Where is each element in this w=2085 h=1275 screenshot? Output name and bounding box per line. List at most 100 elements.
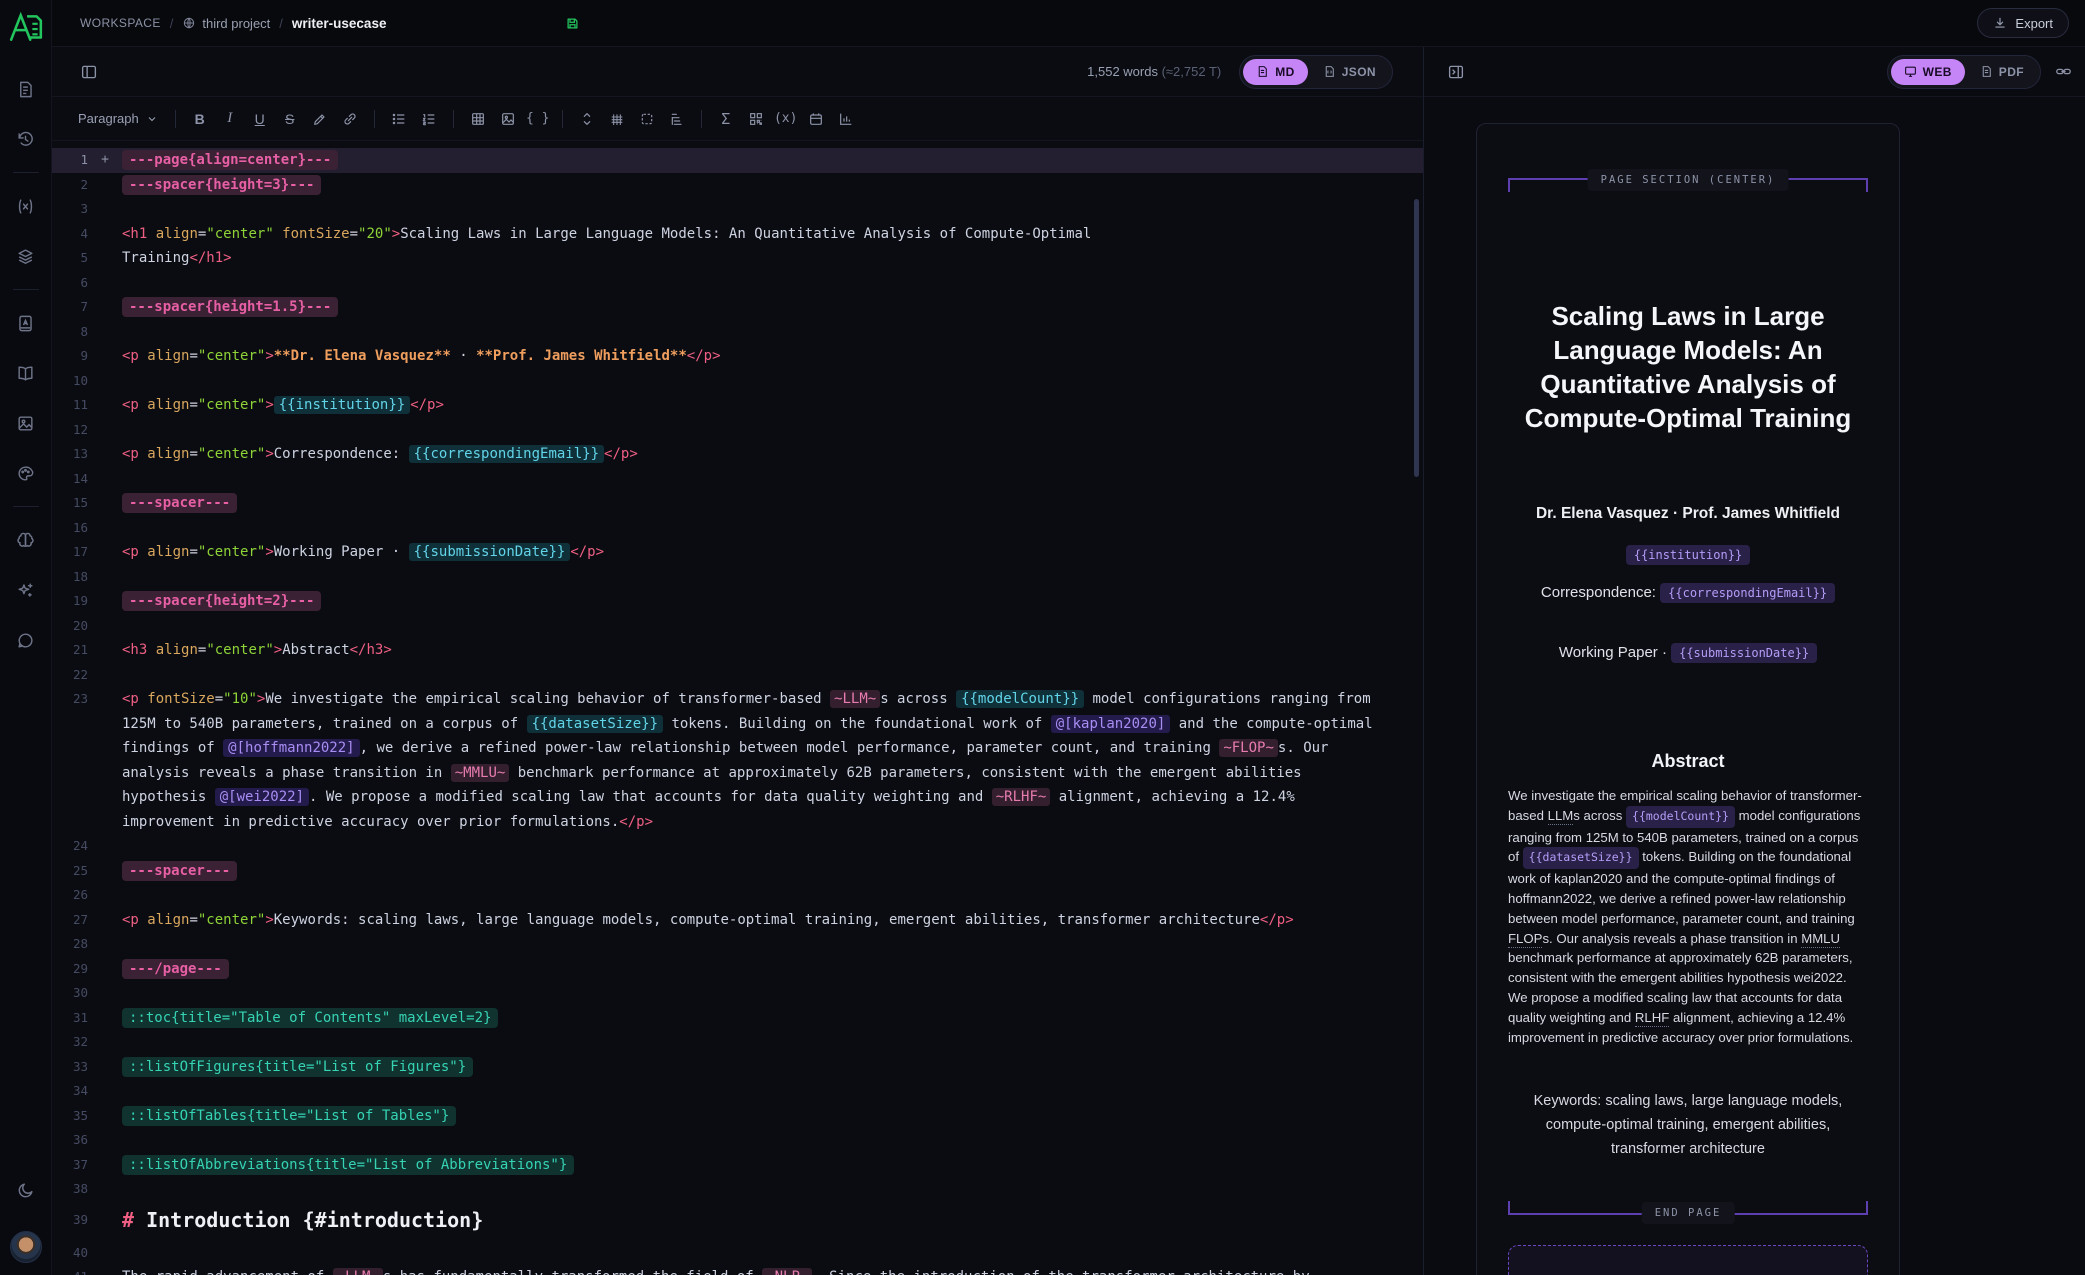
code-line[interactable]: 38 <box>52 1177 1423 1202</box>
code-line[interactable]: 1+---page{align=center}--- <box>52 148 1423 173</box>
line-number: 4 <box>52 222 88 247</box>
code-line[interactable]: 8 <box>52 320 1423 345</box>
code-line[interactable]: 6 <box>52 271 1423 296</box>
ordered-list-button[interactable] <box>414 105 444 133</box>
code-line[interactable]: 36 <box>52 1128 1423 1153</box>
code-line[interactable]: 13<p align="center">Correspondence: {{co… <box>52 442 1423 467</box>
code-line[interactable]: 17<p align="center">Working Paper · {{su… <box>52 540 1423 565</box>
institution-variable-chip[interactable]: {{institution}} <box>1626 545 1750 565</box>
code-line[interactable]: 34 <box>52 1079 1423 1104</box>
sidebar-item-assistant[interactable] <box>8 572 44 608</box>
code-line[interactable]: 33::listOfFigures{title="List of Figures… <box>52 1055 1423 1080</box>
underline-button[interactable]: U <box>245 105 275 133</box>
sidebar-item-theme[interactable] <box>8 455 44 491</box>
breadcrumb-project[interactable]: third project <box>182 16 270 31</box>
code-line[interactable]: 12 <box>52 418 1423 443</box>
export-button[interactable]: Export <box>1977 8 2069 38</box>
line-number: 41 <box>52 1265 88 1275</box>
code-line[interactable]: 9<p align="center">**Dr. Elena Vasquez**… <box>52 344 1423 369</box>
sidebar-item-documents[interactable] <box>8 71 44 107</box>
preview-scroll-area[interactable]: PAGE SECTION (CENTER) Scaling Laws in La… <box>1424 97 2085 1275</box>
spacer-button[interactable] <box>572 105 602 133</box>
code-line[interactable]: 26 <box>52 883 1423 908</box>
code-line[interactable]: 25---spacer--- <box>52 859 1423 884</box>
code-line[interactable]: 4<h1 align="center" fontSize="20">Scalin… <box>52 222 1423 247</box>
toggle-preview-panel[interactable] <box>1447 63 1465 81</box>
insert-image-button[interactable] <box>493 105 523 133</box>
sidebar-item-history[interactable] <box>8 121 44 157</box>
sidebar-item-comments[interactable] <box>8 622 44 658</box>
code-line[interactable]: 2---spacer{height=3}--- <box>52 173 1423 198</box>
sidebar-item-ai[interactable] <box>8 522 44 558</box>
math-button[interactable]: Σ <box>711 105 741 133</box>
bullet-list-button[interactable] <box>384 105 414 133</box>
bold-button[interactable]: B <box>185 105 215 133</box>
moon-icon <box>16 1181 35 1200</box>
abstract-text: We investigate the empirical scaling beh… <box>1508 786 1868 1047</box>
table-button[interactable] <box>463 105 493 133</box>
tab-pdf[interactable]: PDF <box>1967 59 2037 85</box>
code-line[interactable]: 15---spacer--- <box>52 491 1423 516</box>
sidebar-item-bibliography[interactable] <box>8 355 44 391</box>
code-block-button[interactable]: { } <box>523 105 553 133</box>
toggle-left-panel[interactable] <box>80 63 98 81</box>
code-line[interactable]: 28 <box>52 932 1423 957</box>
sidebar-item-cover-page[interactable] <box>8 305 44 341</box>
date-variable-chip[interactable]: {{submissionDate}} <box>1671 643 1817 663</box>
toc-button[interactable] <box>662 105 692 133</box>
breadcrumb-file[interactable]: writer-usecase <box>292 16 387 31</box>
code-line[interactable]: 18 <box>52 565 1423 590</box>
code-line[interactable]: 32 <box>52 1030 1423 1055</box>
code-line[interactable]: 22 <box>52 663 1423 688</box>
theme-toggle[interactable] <box>8 1172 44 1208</box>
sidebar-item-variables[interactable] <box>8 188 44 224</box>
sidebar-item-layers[interactable] <box>8 238 44 274</box>
tab-md[interactable]: MD <box>1243 59 1307 85</box>
columns-button[interactable] <box>602 105 632 133</box>
sidebar-item-media[interactable] <box>8 405 44 441</box>
code-line[interactable]: 30 <box>52 981 1423 1006</box>
code-line[interactable]: 27<p align="center">Keywords: scaling la… <box>52 908 1423 933</box>
highlight-button[interactable] <box>305 105 335 133</box>
email-variable-chip[interactable]: {{correspondingEmail}} <box>1660 583 1835 603</box>
code-line[interactable]: 5Training</h1> <box>52 246 1423 271</box>
page-break-button[interactable] <box>632 105 662 133</box>
code-line[interactable]: 11<p align="center">{{institution}}</p> <box>52 393 1423 418</box>
code-line[interactable]: 7---spacer{height=1.5}--- <box>52 295 1423 320</box>
code-line[interactable]: 20 <box>52 614 1423 639</box>
share-link-button[interactable] <box>2055 63 2072 80</box>
code-line[interactable]: 40 <box>52 1241 1423 1266</box>
chart-button[interactable] <box>831 105 861 133</box>
paragraph-style-dropdown[interactable]: Paragraph <box>70 111 166 126</box>
user-avatar[interactable] <box>10 1231 42 1263</box>
app-logo[interactable] <box>8 10 44 46</box>
code-line[interactable]: 10 <box>52 369 1423 394</box>
code-line[interactable]: 35::listOfTables{title="List of Tables"} <box>52 1104 1423 1129</box>
code-line[interactable]: 14 <box>52 467 1423 492</box>
line-number: 17 <box>52 540 88 565</box>
code-line[interactable]: 3 <box>52 197 1423 222</box>
code-line[interactable]: 31::toc{title="Table of Contents" maxLev… <box>52 1006 1423 1031</box>
code-line[interactable]: 39# Introduction {#introduction} <box>52 1202 1423 1241</box>
code-line[interactable]: 37::listOfAbbreviations{title="List of A… <box>52 1153 1423 1178</box>
code-line[interactable]: 19---spacer{height=2}--- <box>52 589 1423 614</box>
qr-button[interactable] <box>741 105 771 133</box>
code-line[interactable]: 16 <box>52 516 1423 541</box>
date-button[interactable] <box>801 105 831 133</box>
code-line[interactable]: 24 <box>52 834 1423 859</box>
code-line[interactable]: 41The rapid advancement of ~LLM~s has fu… <box>52 1265 1423 1275</box>
variable-button[interactable]: (x) <box>771 105 801 133</box>
code-area[interactable]: 1+---page{align=center}---2---spacer{hei… <box>52 141 1423 1275</box>
code-line[interactable]: 23<p fontSize="10">We investigate the em… <box>52 687 1423 834</box>
tab-json[interactable]: JSON <box>1310 59 1389 85</box>
editor-scrollbar[interactable] <box>1414 199 1419 477</box>
strikethrough-button[interactable]: S <box>275 105 305 133</box>
toc-placeholder[interactable]: Table of Contents Headings h1-h2 will be… <box>1508 1245 1868 1275</box>
tab-web[interactable]: WEB <box>1891 59 1965 85</box>
italic-button[interactable]: I <box>215 105 245 133</box>
file-json-icon <box>1323 65 1336 78</box>
link-button[interactable] <box>335 105 365 133</box>
code-line[interactable]: 21<h3 align="center">Abstract</h3> <box>52 638 1423 663</box>
breadcrumb-workspace[interactable]: WORKSPACE <box>80 16 161 30</box>
code-line[interactable]: 29---/page--- <box>52 957 1423 982</box>
